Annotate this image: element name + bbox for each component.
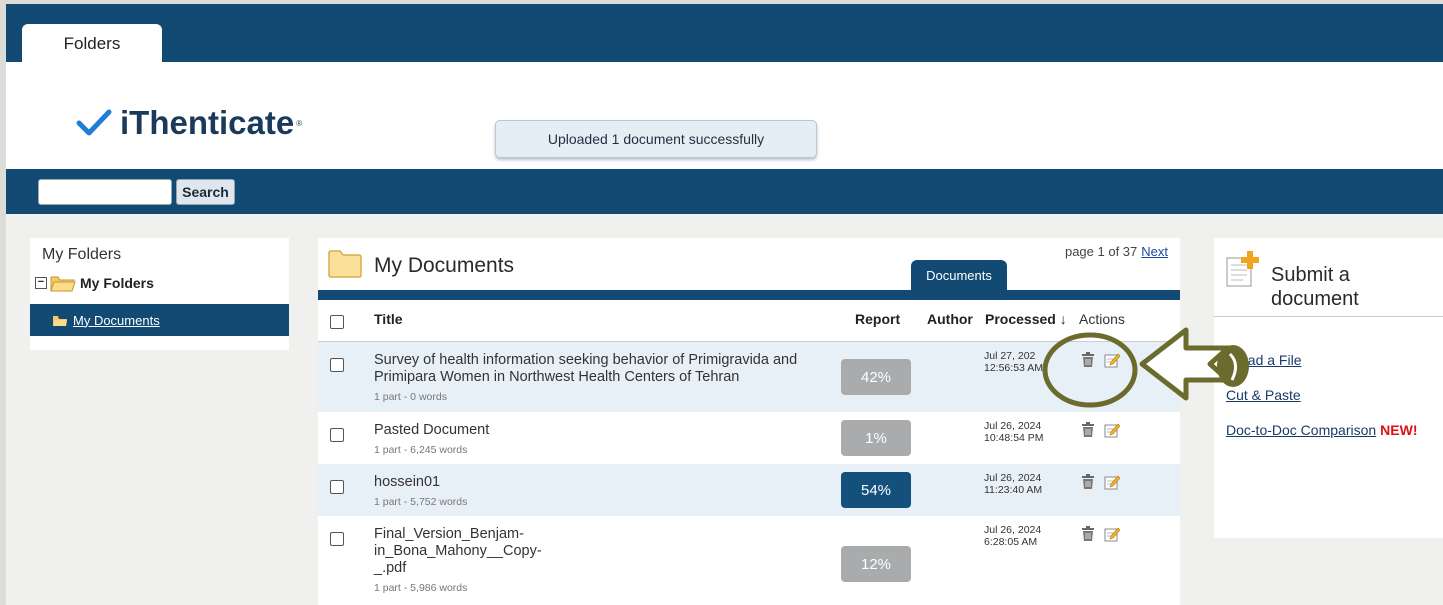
search-bar: Search <box>6 169 1443 214</box>
processed-date-day: Jul 26, 2024 <box>984 420 1042 432</box>
document-title-line[interactable]: Final_Version_Benjam- <box>374 526 834 543</box>
document-meta: 1 part - 6,245 words <box>374 444 468 456</box>
tab-documents[interactable]: Documents <box>911 260 1007 290</box>
document-title-line[interactable]: in_Bona_Mahony__Copy- <box>374 543 834 560</box>
tab-folders[interactable]: Folders <box>22 24 162 64</box>
edit-icon[interactable] <box>1104 474 1120 490</box>
processed-date: Jul 26, 2024 10:48:54 PM <box>984 420 1044 444</box>
registered-mark: ® <box>296 118 303 128</box>
divider <box>1214 316 1443 317</box>
edit-icon[interactable] <box>1104 422 1120 438</box>
header: iThenticate ® Uploaded 1 document success… <box>6 62 1443 169</box>
trash-icon[interactable] <box>1081 474 1095 490</box>
row-checkbox[interactable] <box>330 480 344 494</box>
submit-title: Submit a document <box>1271 263 1421 311</box>
row-checkbox[interactable] <box>330 358 344 372</box>
table-row[interactable]: Final_Version_Benjam- in_Bona_Mahony__Co… <box>318 516 1180 605</box>
document-title-text[interactable]: hossein01 <box>374 474 440 490</box>
document-meta: 1 part - 5,986 words <box>374 582 468 594</box>
document-meta: 1 part - 5,752 words <box>374 496 468 508</box>
table-row[interactable]: hossein01 1 part - 5,752 words 54% Jul 2… <box>318 464 1180 516</box>
document-title-text[interactable]: Survey of health information seeking beh… <box>374 352 797 385</box>
column-report[interactable]: Report <box>855 311 900 327</box>
edit-icon[interactable] <box>1104 526 1120 542</box>
document-title-text[interactable]: Pasted Document <box>374 422 489 438</box>
submit-title-line: Submit a <box>1271 264 1350 286</box>
cut-paste-link[interactable]: Cut & Paste <box>1226 387 1301 403</box>
open-folder-icon <box>50 276 76 292</box>
table-header: Title Report Author Processed ↓ Actions <box>318 300 1180 342</box>
trash-icon[interactable] <box>1081 526 1095 542</box>
ithenticate-logo[interactable]: iThenticate ® <box>76 104 302 142</box>
document-title[interactable]: hossein01 1 part - 5,752 words <box>374 474 834 511</box>
search-input[interactable] <box>38 179 172 205</box>
documents-panel: My Documents Documents page 1 of 37 Next … <box>318 238 1180 605</box>
header-divider <box>318 290 1180 300</box>
new-badge: NEW! <box>1380 422 1418 438</box>
report-score-badge[interactable]: 12% <box>841 546 911 582</box>
doc-comparison-row: Doc-to-Doc Comparison NEW! <box>1226 422 1418 438</box>
trash-icon[interactable] <box>1081 422 1095 438</box>
processed-date: Jul 27, 202 12:56:53 AM <box>984 350 1043 374</box>
processed-date-time: 11:23:40 AM <box>984 484 1043 496</box>
checkmark-icon <box>76 109 112 136</box>
upload-success-toast: Uploaded 1 document successfully <box>495 120 817 158</box>
sidebar-item-label[interactable]: My Documents <box>73 313 160 328</box>
processed-date: Jul 26, 2024 6:28:05 AM <box>984 524 1041 548</box>
next-page-link[interactable]: Next <box>1141 244 1168 259</box>
table-row[interactable]: Survey of health information seeking beh… <box>318 342 1180 412</box>
folder-icon <box>328 250 362 278</box>
upload-file-link[interactable]: oad a File <box>1240 352 1301 368</box>
column-title[interactable]: Title <box>374 311 403 327</box>
submit-title-line: document <box>1271 288 1359 310</box>
document-title[interactable]: Survey of health information seeking beh… <box>374 352 834 406</box>
processed-date-time: 10:48:54 PM <box>984 432 1044 444</box>
processed-date-day: Jul 26, 2024 <box>984 472 1042 484</box>
trash-icon[interactable] <box>1081 352 1095 368</box>
documents-header: My Documents Documents page 1 of 37 Next <box>318 238 1180 290</box>
doc-comparison-link[interactable]: Doc-to-Doc Comparison <box>1226 422 1376 438</box>
folder-tree-root[interactable]: − My Folders <box>35 273 154 293</box>
report-score-badge[interactable]: 42% <box>841 359 911 395</box>
collapse-toggle-icon[interactable]: − <box>35 277 47 289</box>
search-button[interactable]: Search <box>176 179 235 205</box>
table-row[interactable]: Pasted Document 1 part - 6,245 words 1% … <box>318 412 1180 464</box>
report-score-badge[interactable]: 54% <box>841 472 911 508</box>
pagination: page 1 of 37 Next <box>1065 244 1168 259</box>
select-all-checkbox[interactable] <box>330 315 344 329</box>
add-document-icon <box>1226 251 1259 287</box>
folders-sidebar: My Folders − My Folders My Documents <box>30 238 289 350</box>
sidebar-title: My Folders <box>42 246 122 263</box>
document-title[interactable]: Pasted Document 1 part - 6,245 words <box>374 422 834 459</box>
document-meta: 1 part - 0 words <box>374 391 447 403</box>
document-title[interactable]: Final_Version_Benjam- in_Bona_Mahony__Co… <box>374 526 834 597</box>
processed-date-time: 6:28:05 AM <box>984 536 1038 548</box>
report-score-badge[interactable]: 1% <box>841 420 911 456</box>
column-actions: Actions <box>1079 311 1125 327</box>
processed-date-day: Jul 27, 202 <box>984 350 1036 362</box>
page-indicator: page 1 of 37 <box>1064 244 1138 259</box>
page-title: My Documents <box>374 254 515 277</box>
processed-date-day: Jul 26, 2024 <box>984 524 1042 536</box>
submit-panel: Submit a document oad a File Cut & Paste… <box>1214 238 1443 538</box>
column-author[interactable]: Author <box>927 311 973 327</box>
row-checkbox[interactable] <box>330 532 344 546</box>
sidebar-item-my-documents[interactable]: My Documents <box>30 304 289 336</box>
column-processed[interactable]: Processed ↓ <box>985 311 1067 327</box>
row-checkbox[interactable] <box>330 428 344 442</box>
document-title-line[interactable]: _.pdf <box>374 560 834 577</box>
top-nav-bar: Folders <box>6 4 1443 64</box>
processed-date-time: 12:56:53 AM <box>984 362 1043 374</box>
folder-tree-root-label: My Folders <box>80 275 154 291</box>
app-window: Folders iThenticate ® Uploaded 1 document… <box>6 4 1443 605</box>
edit-icon[interactable] <box>1104 352 1120 368</box>
processed-date: Jul 26, 2024 11:23:40 AM <box>984 472 1042 496</box>
folder-icon <box>53 315 67 326</box>
logo-text: iThenticate <box>120 104 295 141</box>
